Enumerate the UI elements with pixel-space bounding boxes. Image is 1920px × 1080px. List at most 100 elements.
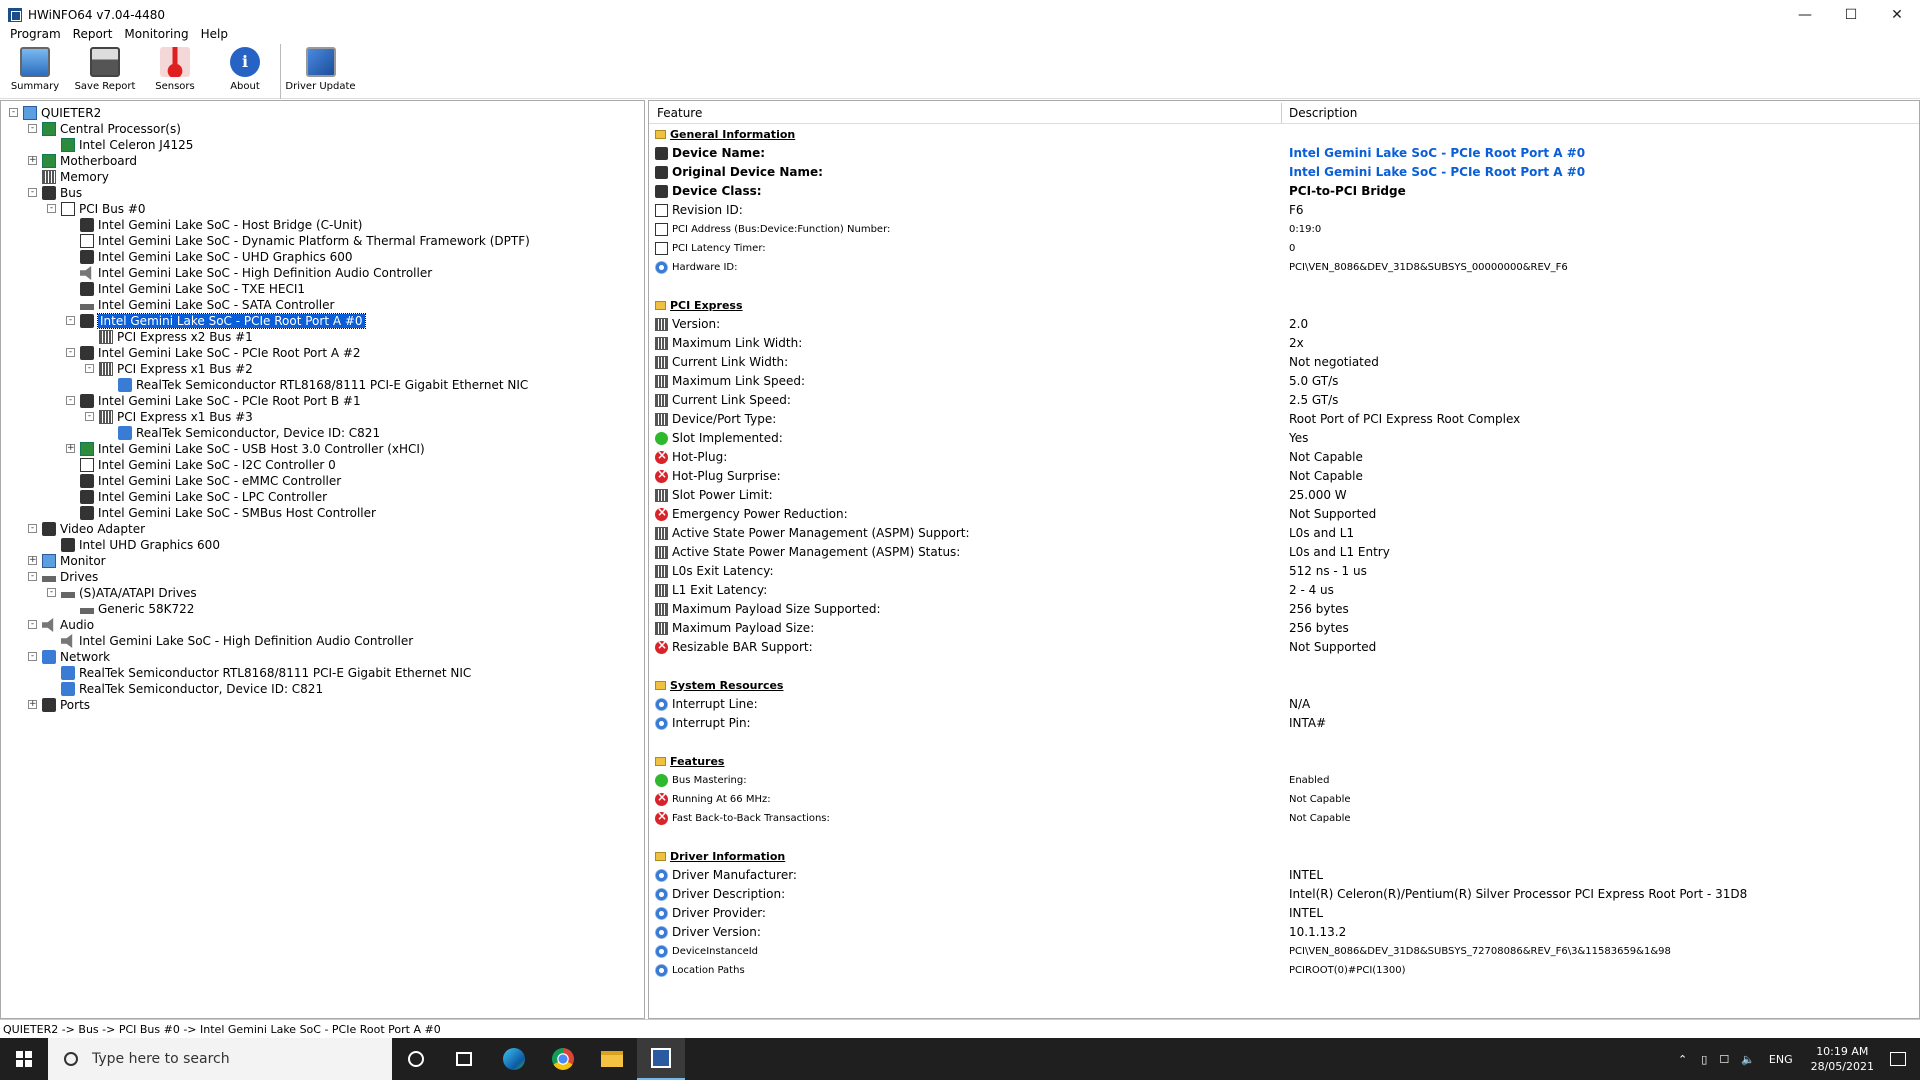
notifications-icon[interactable] <box>1890 1052 1906 1066</box>
sensors-button[interactable]: Sensors <box>140 44 210 99</box>
menu-report[interactable]: Report <box>67 24 119 44</box>
tree-node[interactable]: QUIETER2 <box>23 105 101 121</box>
tree-node[interactable]: RealTek Semiconductor, Device ID: C821 <box>61 681 323 697</box>
tree-node[interactable]: Intel Gemini Lake SoC - PCIe Root Port A… <box>80 345 361 361</box>
detail-row[interactable]: Maximum Payload Size Supported: <box>655 600 880 618</box>
tree-node[interactable]: PCI Express x1 Bus #2 <box>99 361 253 377</box>
task-view-button[interactable] <box>440 1038 488 1080</box>
tree-node[interactable]: Intel Gemini Lake SoC - High Definition … <box>80 265 432 281</box>
detail-row[interactable]: Hardware ID: <box>655 258 737 276</box>
detail-row[interactable]: Driver Version: <box>655 923 761 941</box>
detail-row[interactable]: Device/Port Type: <box>655 410 776 428</box>
tree-node[interactable]: Intel Celeron J4125 <box>61 137 193 153</box>
detail-row[interactable]: Version: <box>655 315 720 333</box>
menu-help[interactable]: Help <box>195 24 234 44</box>
collapse-toggle[interactable]: - <box>28 620 37 629</box>
detail-row[interactable]: Current Link Width: <box>655 353 788 371</box>
file-explorer-button[interactable] <box>588 1038 636 1080</box>
detail-row[interactable]: L1 Exit Latency: <box>655 581 767 599</box>
detail-row[interactable]: Device Class: <box>655 182 762 200</box>
tree-node[interactable]: Intel Gemini Lake SoC - LPC Controller <box>80 489 327 505</box>
tree-node[interactable]: Intel Gemini Lake SoC - SATA Controller <box>80 297 334 313</box>
expand-toggle[interactable]: + <box>66 444 75 453</box>
tree-node[interactable]: RealTek Semiconductor RTL8168/8111 PCI-E… <box>118 377 528 393</box>
start-button[interactable] <box>0 1038 48 1080</box>
feature-column-header[interactable]: Feature <box>657 104 702 122</box>
tree-node[interactable]: Intel Gemini Lake SoC - I2C Controller 0 <box>80 457 336 473</box>
cortana-button[interactable] <box>392 1038 440 1080</box>
tree-node[interactable]: Central Processor(s) <box>42 121 181 137</box>
volume-icon[interactable]: 🔈 <box>1741 1053 1755 1066</box>
tree-node[interactable]: Network <box>42 649 110 665</box>
collapse-toggle[interactable]: - <box>47 204 56 213</box>
detail-row[interactable]: Driver Provider: <box>655 904 766 922</box>
tree-node[interactable]: (S)ATA/ATAPI Drives <box>61 585 197 601</box>
collapse-toggle[interactable]: - <box>28 124 37 133</box>
tree-node[interactable]: Intel UHD Graphics 600 <box>61 537 220 553</box>
tree-node[interactable]: Intel Gemini Lake SoC - PCIe Root Port B… <box>80 393 361 409</box>
collapse-toggle[interactable]: - <box>66 316 75 325</box>
tree-node[interactable]: PCI Express x2 Bus #1 <box>99 329 253 345</box>
detail-row[interactable]: Maximum Link Width: <box>655 334 802 352</box>
network-icon[interactable]: ☐ <box>1719 1053 1729 1066</box>
tree-node[interactable]: Motherboard <box>42 153 137 169</box>
collapse-toggle[interactable]: - <box>85 364 94 373</box>
tree-node[interactable]: Video Adapter <box>42 521 145 537</box>
clock[interactable]: 10:19 AM 28/05/2021 <box>1811 1044 1874 1074</box>
hwinfo-taskbar-button[interactable] <box>637 1038 685 1080</box>
close-button[interactable]: ✕ <box>1874 0 1920 29</box>
maximize-button[interactable]: ☐ <box>1828 0 1874 29</box>
detail-row[interactable]: Maximum Payload Size: <box>655 619 814 637</box>
detail-row[interactable]: Slot Implemented: <box>655 429 783 447</box>
detail-row[interactable]: Hot-Plug: <box>655 448 727 466</box>
tree-node[interactable]: Drives <box>42 569 98 585</box>
detail-row[interactable]: L0s Exit Latency: <box>655 562 774 580</box>
expand-toggle[interactable]: + <box>28 700 37 709</box>
chrome-button[interactable] <box>539 1038 587 1080</box>
language-indicator[interactable]: ENG <box>1769 1053 1793 1066</box>
tree-node[interactable]: Intel Gemini Lake SoC - TXE HECI1 <box>80 281 305 297</box>
detail-row[interactable]: Bus Mastering: <box>655 771 747 789</box>
expand-toggle[interactable]: + <box>28 156 37 165</box>
detail-row[interactable]: Location Paths <box>655 961 745 979</box>
detail-row[interactable]: Active State Power Management (ASPM) Sup… <box>655 524 970 542</box>
battery-icon[interactable]: ▯ <box>1701 1053 1707 1066</box>
menu-monitoring[interactable]: Monitoring <box>118 24 194 44</box>
details-pane[interactable]: Feature Description General Information D… <box>648 100 1920 1019</box>
detail-row[interactable]: Hot-Plug Surprise: <box>655 467 781 485</box>
detail-row[interactable]: Driver Manufacturer: <box>655 866 797 884</box>
tree-node[interactable]: PCI Bus #0 <box>61 201 146 217</box>
collapse-toggle[interactable]: - <box>28 572 37 581</box>
detail-row[interactable]: Interrupt Line: <box>655 695 758 713</box>
tree-node[interactable]: Intel Gemini Lake SoC - eMMC Controller <box>80 473 341 489</box>
tree-node[interactable]: Monitor <box>42 553 106 569</box>
detail-row[interactable]: Current Link Speed: <box>655 391 791 409</box>
chevron-up-icon[interactable]: ⌃ <box>1678 1053 1687 1066</box>
detail-row[interactable]: Original Device Name: <box>655 163 823 181</box>
detail-row[interactable]: Maximum Link Speed: <box>655 372 805 390</box>
collapse-toggle[interactable]: - <box>28 524 37 533</box>
collapse-toggle[interactable]: - <box>28 652 37 661</box>
edge-button[interactable] <box>490 1038 538 1080</box>
collapse-toggle[interactable]: - <box>85 412 94 421</box>
tree-node[interactable]: PCI Express x1 Bus #3 <box>99 409 253 425</box>
tree-node[interactable]: Intel Gemini Lake SoC - SMBus Host Contr… <box>80 505 376 521</box>
tree-node[interactable]: Intel Gemini Lake SoC - Host Bridge (C-U… <box>80 217 362 233</box>
column-separator[interactable] <box>1281 103 1282 123</box>
tree-node[interactable]: RealTek Semiconductor, Device ID: C821 <box>118 425 380 441</box>
taskbar-search[interactable]: Type here to search <box>48 1038 392 1080</box>
expand-toggle[interactable]: + <box>28 556 37 565</box>
collapse-toggle[interactable]: - <box>47 588 56 597</box>
tree-node[interactable]: Intel Gemini Lake SoC - High Definition … <box>61 633 413 649</box>
tree-node[interactable]: Intel Gemini Lake SoC - Dynamic Platform… <box>80 233 530 249</box>
tree-node[interactable]: Ports <box>42 697 90 713</box>
collapse-toggle[interactable]: - <box>9 108 18 117</box>
tree-node[interactable]: Intel Gemini Lake SoC - USB Host 3.0 Con… <box>80 441 425 457</box>
detail-row[interactable]: PCI Address (Bus:Device:Function) Number… <box>655 220 890 238</box>
tree-node[interactable]: Bus <box>42 185 82 201</box>
detail-row[interactable]: Emergency Power Reduction: <box>655 505 848 523</box>
minimize-button[interactable]: — <box>1782 0 1828 29</box>
collapse-toggle[interactable]: - <box>66 348 75 357</box>
tree-node[interactable]: Intel Gemini Lake SoC - UHD Graphics 600 <box>80 249 352 265</box>
collapse-toggle[interactable]: - <box>28 188 37 197</box>
